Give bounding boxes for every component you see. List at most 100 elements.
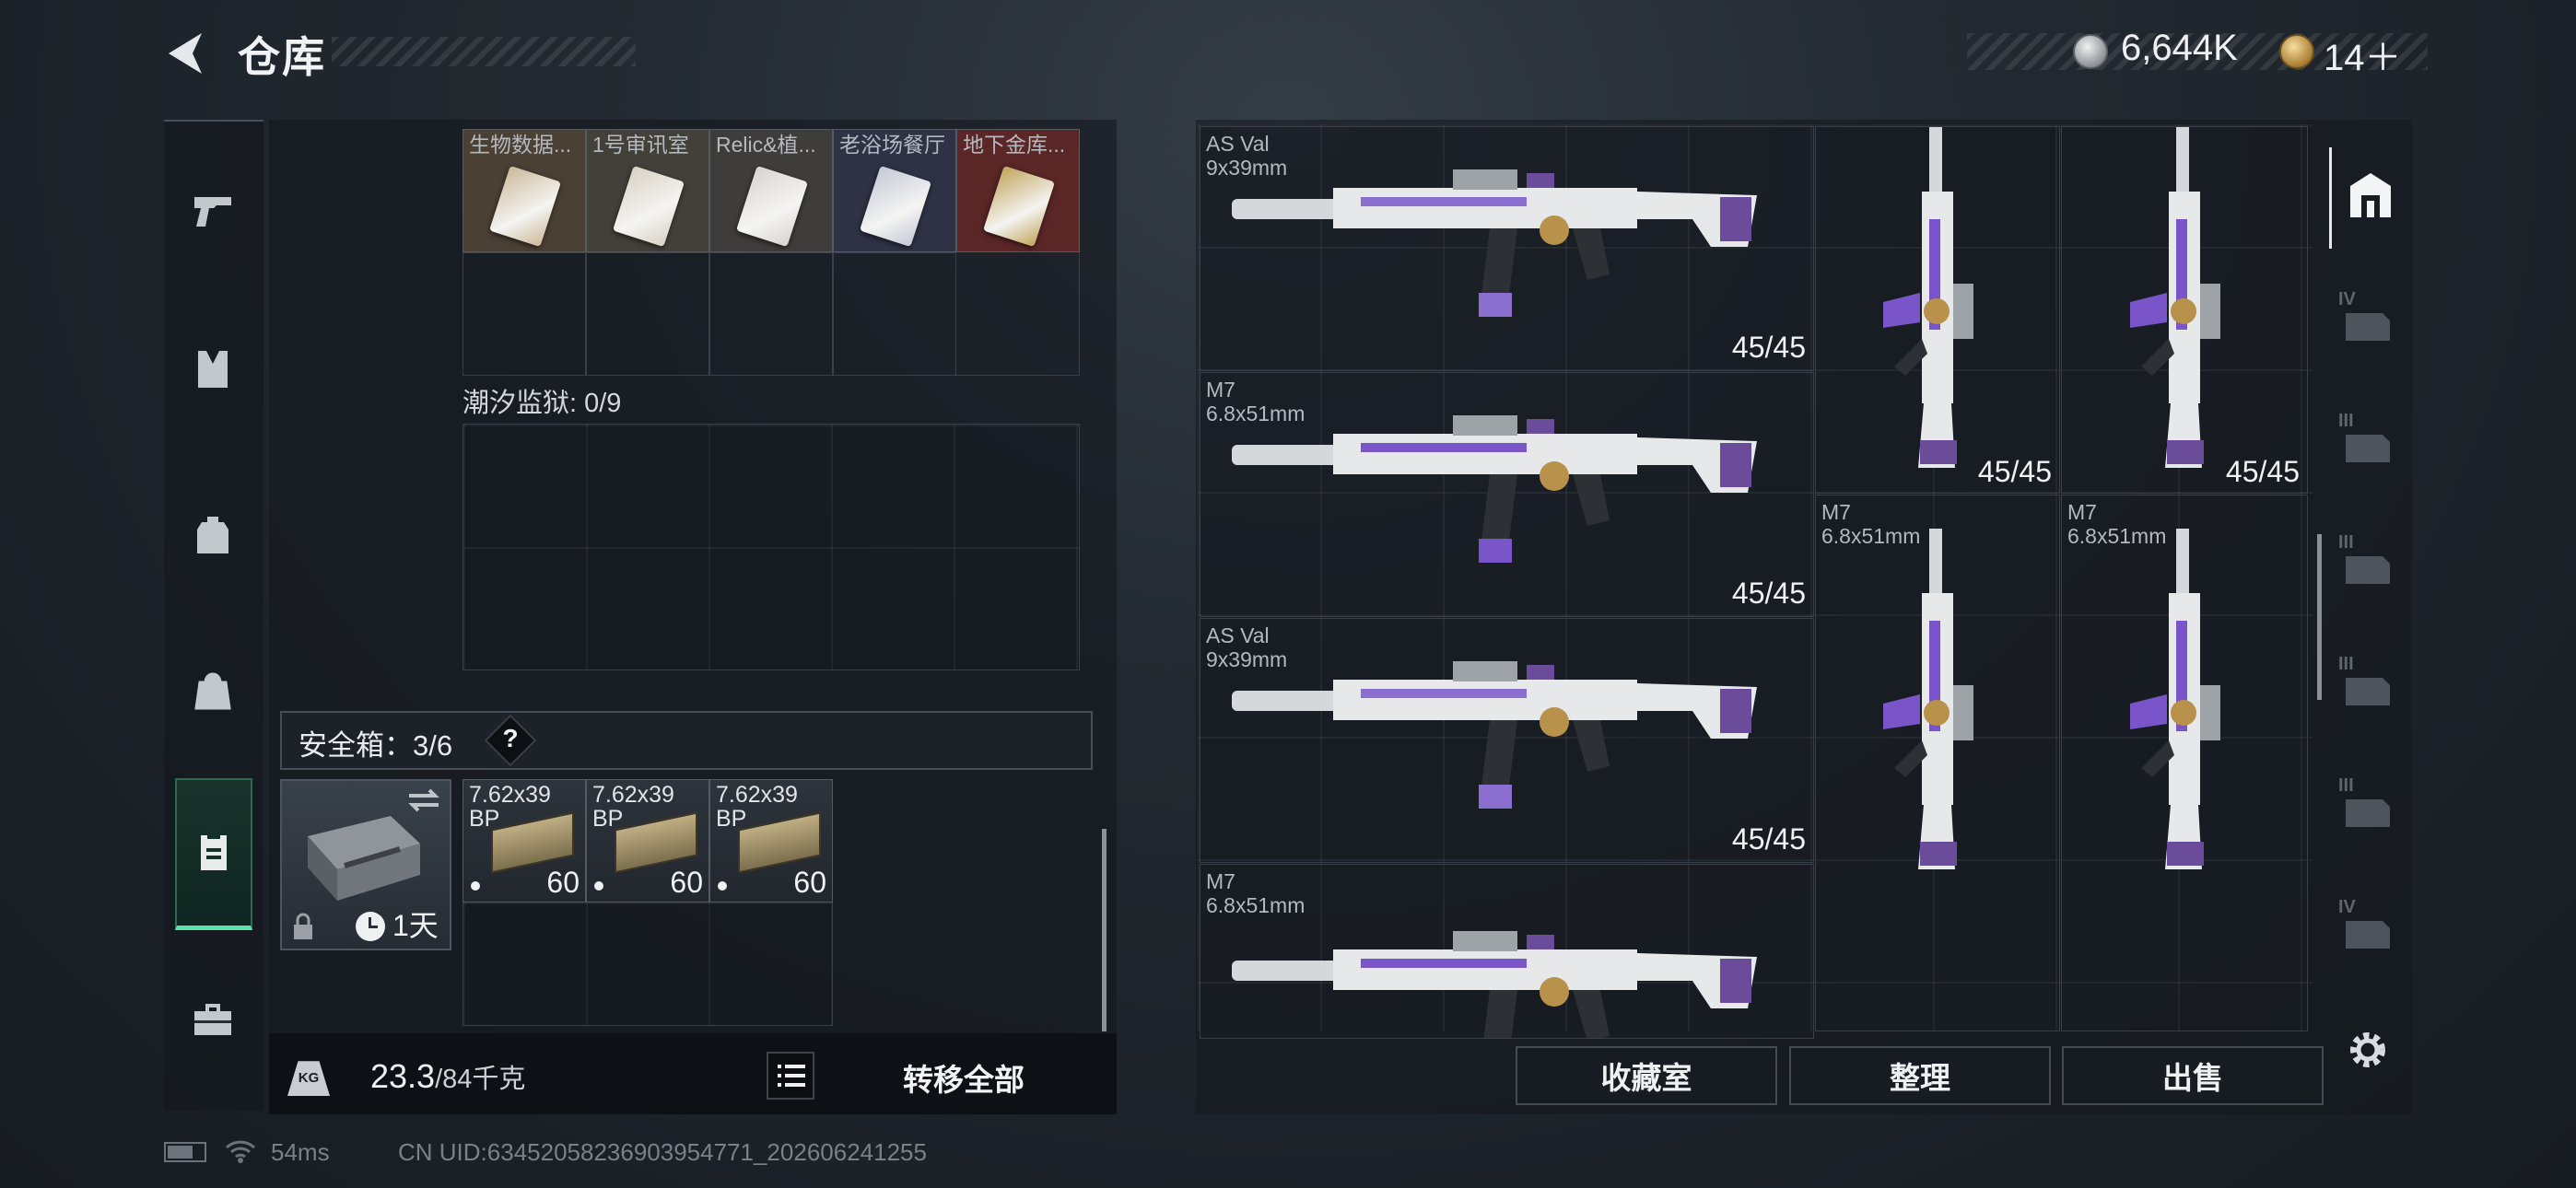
- weight-value: 23.3/84千克: [370, 1057, 525, 1096]
- prison-label: 潮汐监狱: 0/9: [463, 389, 622, 418]
- swap-icon: [408, 788, 439, 812]
- tab-filter[interactable]: III: [2329, 641, 2403, 724]
- weapon-item[interactable]: AS Val 9x39mm 45/45: [1200, 126, 1814, 371]
- currency-1: 6,644K: [2121, 28, 2238, 68]
- rifle-icon: [1232, 415, 1757, 563]
- clipboard-icon: [201, 832, 227, 870]
- key-item[interactable]: 老浴场餐厅: [833, 129, 956, 252]
- backpack-icon: [197, 517, 228, 553]
- keycard-icon: [488, 165, 562, 248]
- silver-coin-icon: [2073, 34, 2108, 69]
- weapon-ammo: 45/45: [2225, 455, 2300, 488]
- tab-filter[interactable]: IV: [2329, 276, 2403, 359]
- category-icon: [2346, 435, 2390, 462]
- ammo-box-icon: [491, 811, 574, 874]
- all-items-icon: [2350, 173, 2391, 217]
- gear-icon: [2350, 1032, 2385, 1067]
- empty-slot[interactable]: [463, 252, 586, 376]
- weapon-scrollbar[interactable]: [2317, 534, 2322, 700]
- safebox-timer: 1天: [392, 909, 439, 942]
- category-icon: [2346, 799, 2390, 827]
- safe-case-icon: [308, 816, 420, 901]
- safebox-item[interactable]: 1天: [280, 779, 451, 950]
- weapon-name: M7: [1206, 869, 1235, 893]
- back-button[interactable]: [161, 28, 213, 79]
- key-item-label: 地下金库...: [963, 133, 1066, 157]
- rifle-icon: [1232, 661, 1757, 809]
- rifle-icon: [1232, 169, 1757, 317]
- collection-room-button[interactable]: 收藏室: [1516, 1046, 1777, 1105]
- rifle-vertical-icon: [1883, 529, 1973, 869]
- ammo-count: 60: [670, 866, 703, 899]
- rifle-vertical-icon: [1883, 127, 1973, 468]
- category-icon: [2346, 556, 2390, 584]
- uid-text: CN UID:6345205823690395477​1_20260624125…: [398, 1138, 927, 1166]
- weapon-item-vertical[interactable]: M7 6.8x51mm: [1815, 495, 2060, 1031]
- sidebar-item-backpack[interactable]: [175, 497, 251, 573]
- weapon-item[interactable]: AS Val 9x39mm 45/45: [1200, 618, 1814, 863]
- stash-scrollbar[interactable]: [1102, 829, 1107, 1031]
- key-item[interactable]: 1号审讯室: [586, 129, 709, 252]
- tab-filter[interactable]: III: [2329, 763, 2403, 845]
- key-item[interactable]: 生物数据...: [463, 129, 586, 252]
- sidebar-item-bag[interactable]: [175, 652, 251, 728]
- transfer-all-button[interactable]: 转移全部: [829, 1055, 1098, 1100]
- ammo-box-icon: [738, 811, 821, 874]
- weapon-item[interactable]: M7 6.8x51mm: [1200, 864, 1814, 1039]
- prison-grid[interactable]: [463, 424, 1080, 670]
- sidebar-item-tools[interactable]: [175, 981, 251, 1056]
- rarity-dot: [718, 881, 727, 891]
- empty-slot[interactable]: [833, 252, 956, 376]
- category-icon: [2346, 678, 2390, 705]
- keycard-icon: [735, 165, 809, 248]
- weight-current: 23.3: [370, 1057, 436, 1095]
- ammo-item[interactable]: 7.62x39 BP 60: [463, 779, 586, 903]
- keycard-icon: [982, 165, 1056, 248]
- sort-button[interactable]: 整理: [1789, 1046, 2051, 1105]
- rifle-vertical-icon: [2130, 127, 2220, 468]
- currency-2[interactable]: 14＋: [2324, 28, 2402, 81]
- list-view-button[interactable]: [767, 1052, 814, 1100]
- keycard-icon: [859, 165, 932, 248]
- sidebar-item-safebox[interactable]: [175, 778, 252, 930]
- key-item-label: Relic&植...: [716, 133, 816, 157]
- header: 仓库 6,644K 14＋: [0, 0, 2576, 101]
- ammo-item[interactable]: 7.62x39 BP 60: [586, 779, 709, 903]
- category-icon: [2346, 921, 2390, 949]
- weapon-ammo: 45/45: [1731, 331, 1806, 364]
- ammo-name: 7.62x39: [716, 782, 798, 808]
- tab-all[interactable]: [2329, 147, 2403, 249]
- toolbox-icon: [194, 1004, 231, 1035]
- safebox-label: 安全箱：3/6: [299, 729, 453, 762]
- empty-slot[interactable]: [709, 252, 833, 376]
- tab-filter[interactable]: III: [2329, 519, 2403, 602]
- key-item[interactable]: 地下金库...: [956, 129, 1080, 252]
- weapon-item-vertical[interactable]: 45/45: [2061, 126, 2308, 494]
- key-item-label: 老浴场餐厅: [839, 133, 945, 157]
- sidebar-item-armor[interactable]: [175, 332, 251, 407]
- ammo-count: 60: [546, 866, 580, 899]
- weapon-ammo: 45/45: [1731, 577, 1806, 610]
- ping-text: 54ms: [271, 1138, 330, 1166]
- sell-button[interactable]: 出售: [2062, 1046, 2324, 1105]
- ammo-item[interactable]: 7.62x39 BP 60: [709, 779, 833, 903]
- tab-filter[interactable]: IV: [2329, 884, 2403, 967]
- pistol-icon: [194, 197, 231, 227]
- sidebar-item-weapons[interactable]: [175, 170, 251, 246]
- lock-icon: [294, 913, 312, 939]
- key-item-label: 生物数据...: [469, 133, 572, 157]
- sidebar: [164, 120, 263, 1110]
- weapon-item-vertical[interactable]: 45/45: [1815, 126, 2060, 494]
- key-item-label: 1号审讯室: [592, 133, 689, 157]
- key-item[interactable]: Relic&植...: [709, 129, 833, 252]
- gold-coin-icon: [2279, 34, 2314, 69]
- empty-slot[interactable]: [586, 252, 709, 376]
- keycard-icon: [612, 165, 685, 248]
- weapon-item[interactable]: M7 6.8x51mm 45/45: [1200, 372, 1814, 617]
- page-title: 仓库: [238, 33, 326, 81]
- settings-button[interactable]: [2344, 1026, 2392, 1074]
- tab-filter[interactable]: III: [2329, 398, 2403, 481]
- weapon-name: M7: [2067, 500, 2097, 524]
- weapon-item-vertical[interactable]: M7 6.8x51mm: [2061, 495, 2308, 1031]
- weapon-name: M7: [1821, 500, 1851, 524]
